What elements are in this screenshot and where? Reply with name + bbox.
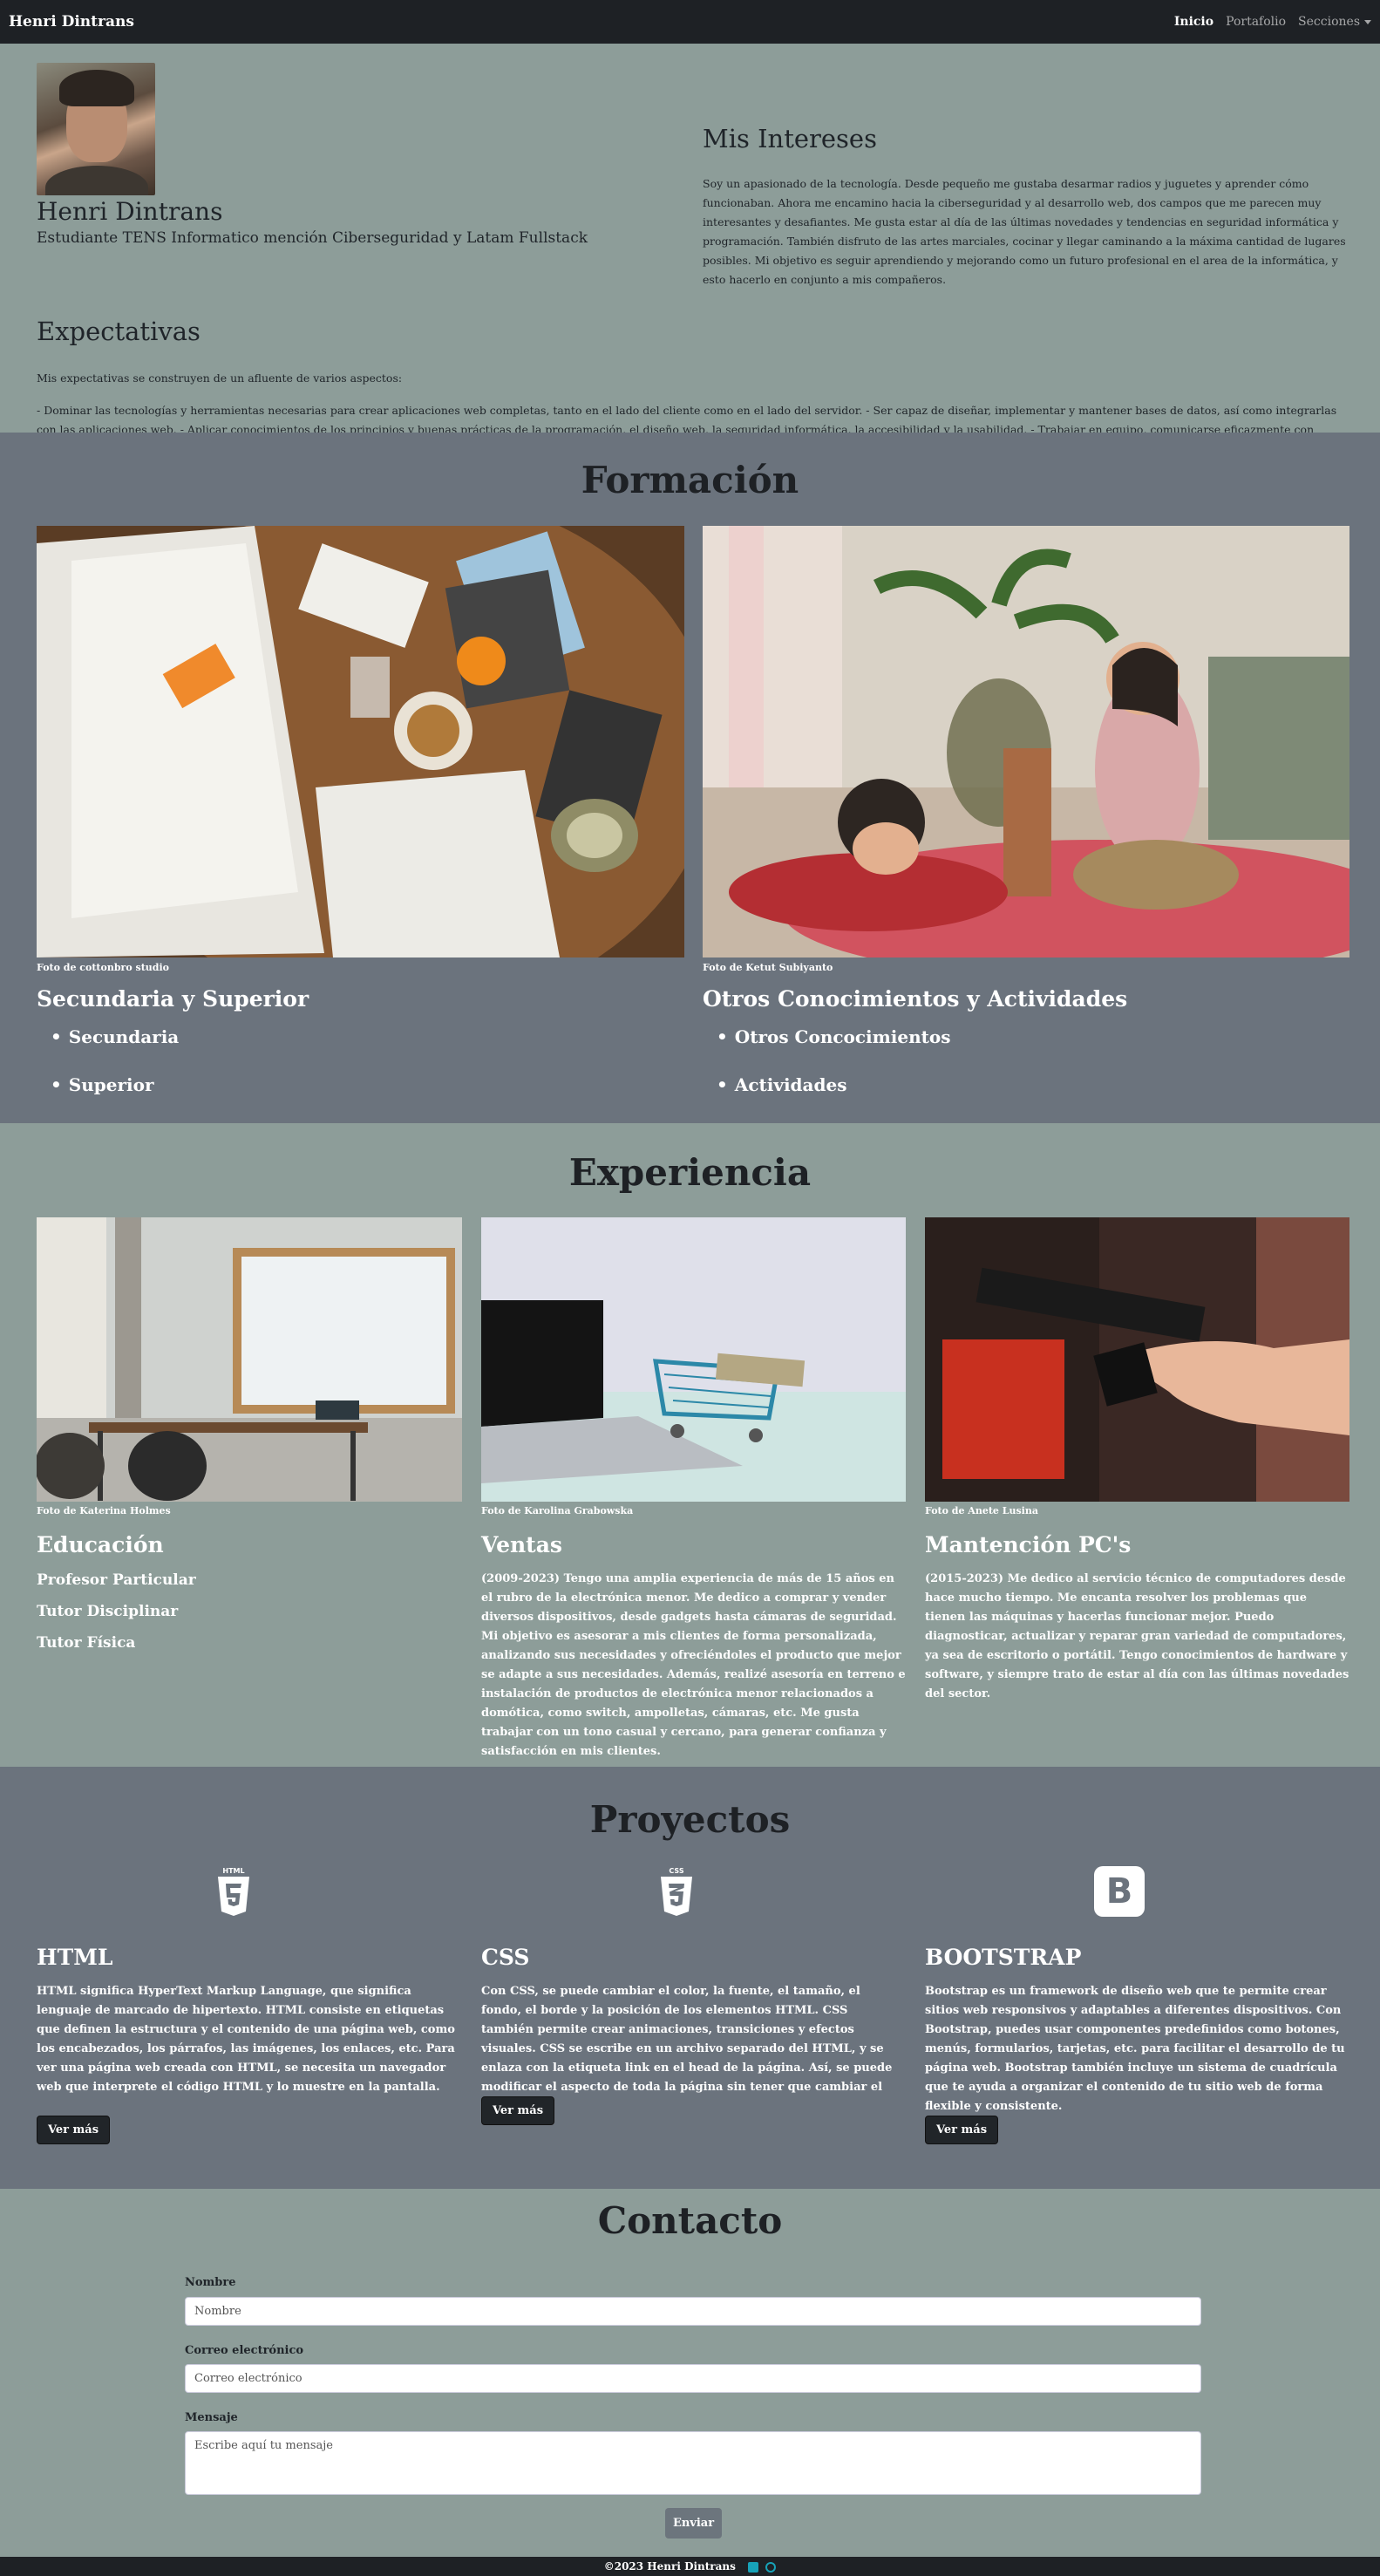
navbar: Henri Dintrans Inicio Portafolio Seccion…	[0, 0, 1380, 44]
profile-block: Henri Dintrans Estudiante TENS Informati…	[37, 63, 673, 247]
ver-mas-button[interactable]: Ver más	[925, 2116, 999, 2144]
interests-body: Soy un apasionado de la tecnología. Desd…	[703, 177, 1346, 286]
email-label: Correo electrónico	[185, 2344, 304, 2357]
photo-credit: Foto de Katerina Holmes	[37, 1505, 171, 1516]
formacion-card-title: Otros Conocimientos y Actividades	[703, 986, 1128, 1012]
nav-links: Inicio Portafolio Secciones	[1174, 15, 1371, 29]
about-section: Henri Dintrans Estudiante TENS Informati…	[0, 44, 1380, 455]
ver-mas-button[interactable]: Ver más	[37, 2116, 111, 2144]
project-card-title: CSS	[481, 1945, 530, 1970]
proyectos-section: Proyectos HTML CSS B HTML HTML significa…	[0, 1767, 1380, 2189]
list-item: Superior	[51, 1074, 154, 1095]
send-button[interactable]: Enviar	[665, 2508, 722, 2539]
photo-credit: Foto de Ketut Subiyanto	[703, 962, 833, 973]
expectations-heading: Expectativas	[37, 317, 201, 346]
html5-icon: HTML	[216, 1866, 251, 1918]
contacto-heading: Contacto	[597, 2199, 783, 2242]
nav-dropdown-label: Secciones	[1298, 15, 1360, 29]
experiencia-card-title: Educación	[37, 1532, 164, 1557]
list-item: Otros Concocimientos	[717, 1026, 951, 1047]
bootstrap-icon: B	[1094, 1866, 1145, 1917]
formacion-heading: Formación	[581, 459, 799, 501]
list-item: Secundaria	[51, 1026, 179, 1047]
footer-copyright: ©2023 Henri Dintrans	[603, 2560, 736, 2573]
contacto-section: Contacto Nombre Nombre Correo electrónic…	[0, 2189, 1380, 2557]
photo-credit: Foto de Anete Lusina	[925, 1505, 1038, 1516]
project-card-title: BOOTSTRAP	[925, 1945, 1082, 1970]
photo-credit: Foto de Karolina Grabowska	[481, 1505, 634, 1516]
pc-hardware-photo	[925, 1217, 1349, 1502]
github-icon[interactable]	[765, 2561, 777, 2573]
chevron-down-icon	[1364, 19, 1371, 24]
experiencia-card-body: (2009-2023) Tengo una amplia experiencia…	[481, 1572, 906, 1758]
ver-mas-button[interactable]: Ver más	[481, 2096, 555, 2125]
nav-link-portafolio[interactable]: Portafolio	[1226, 15, 1286, 29]
name-field[interactable]: Nombre	[185, 2297, 1201, 2326]
proyectos-heading: Proyectos	[589, 1798, 791, 1841]
nav-dropdown-secciones[interactable]: Secciones	[1298, 15, 1371, 29]
expectations-intro: Mis expectativas se construyen de un afl…	[37, 371, 403, 385]
message-textarea[interactable]: Escribe aquí tu mensaje	[185, 2431, 1201, 2495]
css3-icon: CSS	[659, 1866, 694, 1918]
kids-photo	[703, 526, 1349, 957]
experiencia-card-title: Mantención PC's	[925, 1532, 1132, 1557]
list-item: Tutor Física	[37, 1634, 136, 1652]
email-field[interactable]: Correo electrónico	[185, 2364, 1201, 2393]
avatar	[37, 63, 155, 195]
html5-badge-text: HTML	[222, 1867, 244, 1875]
formacion-card-title: Secundaria y Superior	[37, 986, 309, 1012]
nav-link-inicio[interactable]: Inicio	[1174, 15, 1213, 29]
footer: ©2023 Henri Dintrans	[0, 2557, 1380, 2576]
classroom-photo	[37, 1217, 462, 1502]
desk-photo	[37, 526, 684, 957]
list-item: Profesor Particular	[37, 1571, 196, 1589]
linkedin-icon[interactable]	[748, 2561, 759, 2573]
project-card-body: HTML significa HyperText Markup Language…	[37, 1985, 455, 2094]
navbar-brand[interactable]: Henri Dintrans	[9, 13, 134, 31]
experiencia-section: Experiencia Foto de Katerina Holmes Foto…	[0, 1123, 1380, 1767]
list-item: Actividades	[717, 1074, 847, 1095]
name-label: Nombre	[185, 2276, 236, 2289]
formacion-section: Formación Foto de cottonbro studio Foto …	[0, 433, 1380, 1123]
project-card-body: Bootstrap es un framework de diseño web …	[925, 1985, 1345, 2113]
css3-badge-text: CSS	[669, 1867, 683, 1875]
list-item: Tutor Disciplinar	[37, 1603, 179, 1620]
experiencia-card-title: Ventas	[481, 1532, 563, 1557]
project-card-title: HTML	[37, 1945, 113, 1970]
interests-heading: Mis Intereses	[703, 124, 877, 153]
profile-name: Henri Dintrans	[37, 197, 223, 226]
profile-subtitle: Estudiante TENS Informatico mención Cibe…	[37, 229, 588, 247]
experiencia-heading: Experiencia	[568, 1151, 812, 1194]
message-label: Mensaje	[185, 2411, 238, 2424]
photo-credit: Foto de cottonbro studio	[37, 962, 169, 973]
laptop-cart-photo	[481, 1217, 906, 1502]
experiencia-card-body: (2015-2023) Me dedico al servicio técnic…	[925, 1572, 1349, 1700]
